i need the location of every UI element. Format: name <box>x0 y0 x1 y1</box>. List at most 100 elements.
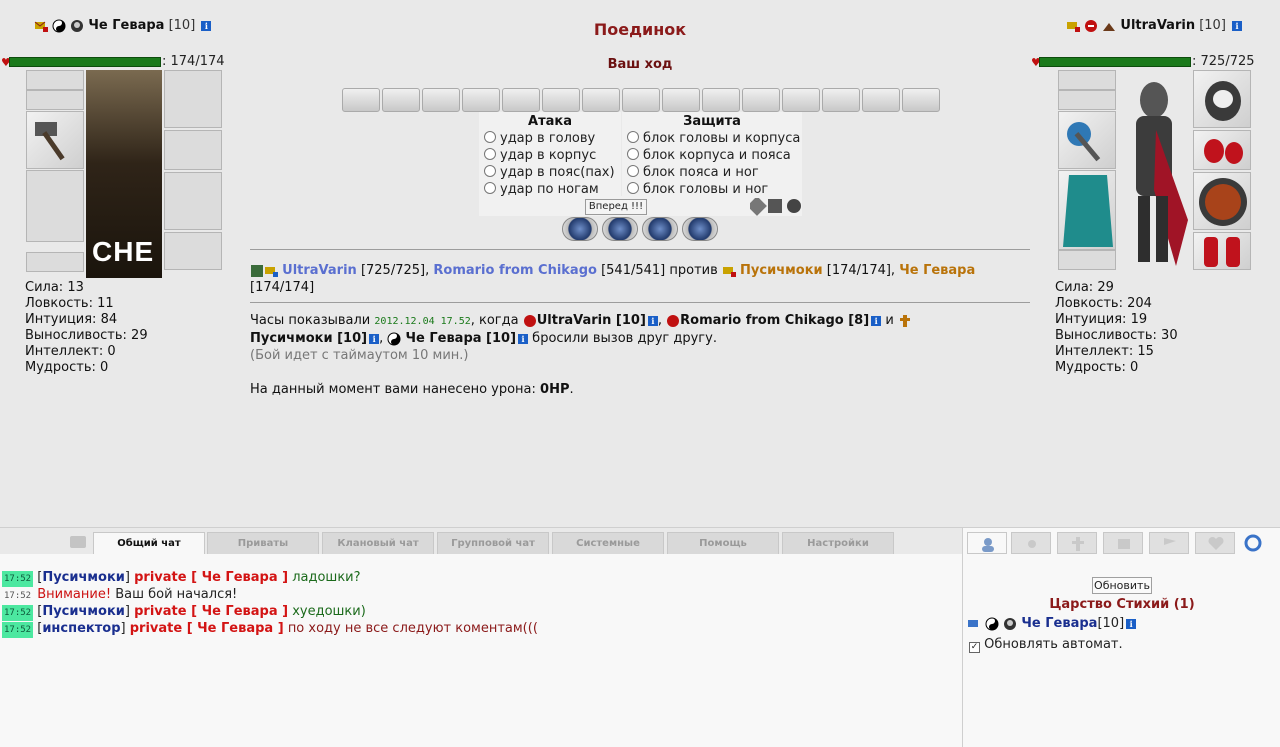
forward-button[interactable]: Вперед !!! <box>585 199 647 215</box>
left-slot-boots[interactable] <box>164 232 222 270</box>
tab-flag[interactable] <box>1149 532 1189 554</box>
message-author[interactable]: Пусичмоки <box>42 570 125 585</box>
tab-clan-chat[interactable]: Клановый чат <box>322 532 434 554</box>
refresh-button[interactable]: Обновить <box>1092 577 1152 594</box>
log-player[interactable]: Пусичмоки [10] <box>250 331 367 346</box>
tab-group[interactable] <box>1103 532 1143 554</box>
message-time[interactable]: 17:52 <box>2 588 33 604</box>
info-icon[interactable]: i <box>647 315 658 326</box>
message-time[interactable]: 17:52 <box>2 622 34 638</box>
left-slot-rings[interactable] <box>26 252 84 272</box>
scroll-slot[interactable] <box>622 88 660 112</box>
left-slot-necklace[interactable] <box>26 90 84 110</box>
spell-button[interactable] <box>562 217 598 241</box>
tab-online-users[interactable] <box>967 532 1007 554</box>
auto-refresh-checkbox[interactable]: ✓ <box>969 642 980 653</box>
team2-player2[interactable]: Че Гевара <box>899 263 975 278</box>
radio-button[interactable] <box>627 148 639 160</box>
radio-button[interactable] <box>484 182 496 194</box>
info-icon[interactable]: i <box>1232 20 1243 31</box>
left-player-name[interactable]: Че Гевара <box>88 18 164 33</box>
tab-friends[interactable] <box>1011 532 1051 554</box>
message-time[interactable]: 17:52 <box>2 605 34 621</box>
left-slot-gloves[interactable] <box>164 130 222 170</box>
left-slot-weapon[interactable] <box>26 111 84 169</box>
left-slot-earrings[interactable] <box>26 70 84 90</box>
radio-button[interactable] <box>484 131 496 143</box>
right-slot-gloves[interactable] <box>1193 130 1251 170</box>
attack-option[interactable]: удар в пояс(пах) <box>484 164 621 181</box>
message-author[interactable]: инспектор <box>42 621 120 636</box>
left-slot-helmet[interactable] <box>164 70 222 128</box>
scroll-slot[interactable] <box>742 88 780 112</box>
chat-bubble-icon[interactable] <box>70 536 86 548</box>
radio-button[interactable] <box>627 165 639 177</box>
tab-system[interactable]: Системные <box>552 532 664 554</box>
message-private-tag[interactable]: private [ Че Гевара ] <box>134 570 288 585</box>
info-icon[interactable]: i <box>1126 618 1137 629</box>
attack-option[interactable]: удар в корпус <box>484 147 621 164</box>
right-slot-necklace[interactable] <box>1058 90 1116 110</box>
right-slot-rings[interactable] <box>1058 250 1116 270</box>
message-private-tag[interactable]: private [ Че Гевара ] <box>130 621 284 636</box>
left-slot-shield[interactable] <box>164 172 222 230</box>
scroll-slot[interactable] <box>582 88 620 112</box>
tab-cross[interactable] <box>1057 532 1097 554</box>
radio-button[interactable] <box>627 131 639 143</box>
scroll-slot[interactable] <box>822 88 860 112</box>
scroll-slot[interactable] <box>702 88 740 112</box>
right-player-name[interactable]: UltraVarin <box>1120 18 1195 33</box>
tab-privates[interactable]: Приваты <box>207 532 319 554</box>
info-icon[interactable]: i <box>369 333 380 344</box>
message-time[interactable]: 17:52 <box>2 571 34 587</box>
message-private-tag[interactable]: private [ Че Гевара ] <box>134 604 288 619</box>
left-slot-armor[interactable] <box>26 170 84 242</box>
spell-button[interactable] <box>642 217 678 241</box>
scroll-slot[interactable] <box>902 88 940 112</box>
team2-player1[interactable]: Пусичмоки <box>740 263 823 278</box>
scroll-slot[interactable] <box>662 88 700 112</box>
defense-option[interactable]: блок пояса и ног <box>627 164 802 181</box>
attack-option[interactable]: удар в голову <box>484 130 621 147</box>
scroll-slot[interactable] <box>422 88 460 112</box>
log-player[interactable]: Че Гевара [10] <box>406 331 517 346</box>
info-icon[interactable]: i <box>518 333 529 344</box>
right-slot-cloak[interactable] <box>1058 170 1116 250</box>
right-slot-earrings[interactable] <box>1058 70 1116 90</box>
stat-line: Ловкость: 11 <box>25 296 114 311</box>
online-user-name[interactable]: Че Гевара <box>1021 616 1097 631</box>
tab-settings[interactable]: Настройки <box>782 532 894 554</box>
scroll-slot[interactable] <box>382 88 420 112</box>
right-slot-boots[interactable] <box>1193 232 1251 270</box>
spell-button[interactable] <box>682 217 718 241</box>
tab-heart[interactable] <box>1195 532 1235 554</box>
team1-player1[interactable]: UltraVarin <box>282 263 357 278</box>
tab-group-chat[interactable]: Групповой чат <box>437 532 549 554</box>
info-icon[interactable]: i <box>201 20 212 31</box>
right-slot-weapon[interactable] <box>1058 111 1116 169</box>
log-player[interactable]: UltraVarin [10] <box>537 313 646 328</box>
radio-button[interactable] <box>484 165 496 177</box>
tab-help[interactable]: Помощь <box>667 532 779 554</box>
scroll-slot[interactable] <box>342 88 380 112</box>
team1-player2[interactable]: Romario from Chikago <box>433 263 597 278</box>
defense-option[interactable]: блок корпуса и пояса <box>627 147 802 164</box>
spell-button[interactable] <box>602 217 638 241</box>
tab-general-chat[interactable]: Общий чат <box>93 532 205 554</box>
log-player[interactable]: Romario from Chikago [8] <box>680 313 869 328</box>
battle-area: Че Гевара [10] i ♥ : 174/174 CHE Сила: 1… <box>0 0 1280 527</box>
right-slot-helmet[interactable] <box>1193 70 1251 128</box>
info-icon[interactable]: i <box>871 315 882 326</box>
right-slot-shield[interactable] <box>1193 172 1251 230</box>
scroll-slot[interactable] <box>782 88 820 112</box>
refresh-icon[interactable] <box>1242 532 1264 554</box>
scroll-slot[interactable] <box>462 88 500 112</box>
radio-button[interactable] <box>627 182 639 194</box>
defense-option[interactable]: блок головы и корпуса <box>627 130 802 147</box>
scroll-slot[interactable] <box>502 88 540 112</box>
scroll-slot[interactable] <box>542 88 580 112</box>
scroll-slot[interactable] <box>862 88 900 112</box>
radio-button[interactable] <box>484 148 496 160</box>
message-author[interactable]: Пусичмоки <box>42 604 125 619</box>
shield-icon <box>1199 178 1247 226</box>
